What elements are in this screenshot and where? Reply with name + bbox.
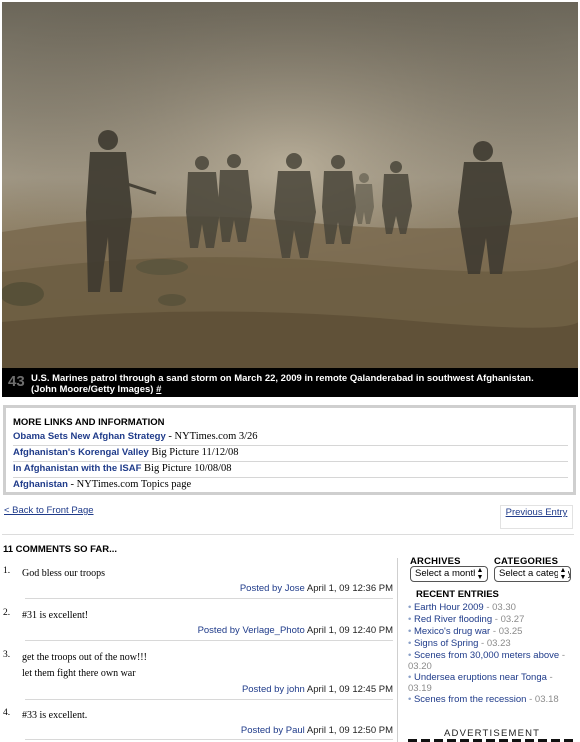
comment-divider xyxy=(25,640,393,641)
more-link-source: - NYTimes.com Topics page xyxy=(67,479,192,490)
photo-permalink[interactable]: # xyxy=(156,384,161,395)
recent-entry-link[interactable]: Signs of Spring xyxy=(414,638,478,649)
more-link-row: In Afghanistan with the ISAF Big Picture… xyxy=(13,462,568,478)
comment-text: #31 is excellent! xyxy=(22,610,89,621)
categories-select[interactable]: Select a category ▲ ▼ xyxy=(494,566,571,582)
comment-posted-label: Posted by xyxy=(240,725,284,736)
comment-text: God bless our troops xyxy=(22,568,106,579)
recent-entries-title: RECENT ENTRIES xyxy=(416,589,499,600)
comment-author[interactable]: Jose xyxy=(285,583,305,594)
comment-date: April 1, 09 12:45 PM xyxy=(306,684,393,695)
comment-number: 4. xyxy=(3,708,11,718)
recent-entry-link[interactable]: Red River flooding xyxy=(414,614,492,625)
more-link-source: Big Picture 11/12/08 xyxy=(148,447,239,458)
more-link-source: - NYTimes.com 3/26 xyxy=(165,431,258,442)
divider xyxy=(2,534,574,535)
comment-divider xyxy=(25,598,393,599)
comment-author[interactable]: john xyxy=(287,684,305,695)
comment-date: April 1, 09 12:40 PM xyxy=(306,625,393,636)
recent-entry-date: 03.19 xyxy=(408,683,432,694)
recent-entry: • Mexico's drug war - 03.25 xyxy=(408,626,523,637)
comment-divider xyxy=(25,739,393,740)
comment-text: #33 is excellent. xyxy=(22,710,88,721)
more-link-source: Big Picture 10/08/08 xyxy=(141,463,232,474)
comments-title: 11 COMMENTS SO FAR... xyxy=(3,544,118,555)
comment: 4. #33 is excellent. Posted by Paul Apri… xyxy=(3,708,395,742)
more-link[interactable]: In Afghanistan with the ISAF xyxy=(13,463,141,474)
recent-entry: • Red River flooding - 03.27 xyxy=(408,614,525,625)
recent-entry-date: 03.25 xyxy=(498,626,523,637)
archives-select-value: Select a month xyxy=(415,568,479,579)
comment-author[interactable]: Paul xyxy=(286,725,305,736)
recent-entry-date: 03.30 xyxy=(492,602,516,613)
comment-meta: Posted by Paul April 1, 09 12:50 PM xyxy=(241,725,393,736)
comment-date: April 1, 09 12:50 PM xyxy=(306,725,393,736)
photo-caption: U.S. Marines patrol through a sand storm… xyxy=(31,373,561,395)
comment-posted-label: Posted by xyxy=(197,625,240,636)
recent-entry: • Scenes from 30,000 meters above - 03.2… xyxy=(408,650,565,672)
more-link-row: Afghanistan's Korengal Valley Big Pictur… xyxy=(13,446,568,462)
photo-block: 43 U.S. Marines patrol through a sand st… xyxy=(2,2,578,397)
more-link[interactable]: Afghanistan's Korengal Valley xyxy=(13,447,149,458)
comment: 2. #31 is excellent! Posted by Verlage_P… xyxy=(3,608,395,644)
comment-date: April 1, 09 12:36 PM xyxy=(306,583,393,594)
comment-number: 2. xyxy=(3,608,11,618)
comment-posted-label: Posted by xyxy=(239,583,283,594)
recent-entry-link[interactable]: Scenes from 30,000 meters above xyxy=(414,650,559,661)
comment: 1. God bless our troops Posted by Jose A… xyxy=(3,566,395,602)
more-links-box: MORE LINKS AND INFORMATION Obama Sets Ne… xyxy=(3,405,576,495)
photo-illustration xyxy=(2,2,578,368)
more-link[interactable]: Obama Sets New Afghan Strategy xyxy=(13,431,166,442)
recent-entry-link[interactable]: Mexico's drug war xyxy=(414,626,490,637)
comment-text: let them fight there own war xyxy=(22,668,136,679)
recent-entry: • Undersea eruptions near Tonga - 03.19 xyxy=(408,672,553,694)
previous-entry-link[interactable]: Previous Entry xyxy=(500,505,573,529)
caption-bar: 43 U.S. Marines patrol through a sand st… xyxy=(2,368,578,397)
marines-sandstorm-photo[interactable] xyxy=(2,2,578,368)
comment-divider xyxy=(25,699,393,700)
comment-meta: Posted by Jose April 1, 09 12:36 PM xyxy=(240,583,393,594)
recent-entry: • Scenes from the recession - 03.18 xyxy=(408,694,559,705)
photo-caption-text: U.S. Marines patrol through a sand storm… xyxy=(31,373,534,395)
advertisement-label: ADVERTISEMENT xyxy=(444,728,541,739)
select-arrow-icon: ▲ ▼ xyxy=(558,567,568,581)
comment-author[interactable]: Verlage_Photo xyxy=(242,625,304,636)
recent-entry-date: 03.27 xyxy=(500,614,525,625)
recent-entry-date: 03.20 xyxy=(408,661,432,672)
comment: 3. get the troops out of the now!!! let … xyxy=(3,650,395,702)
more-link[interactable]: Afghanistan xyxy=(13,479,68,490)
more-link-row: Obama Sets New Afghan Strategy - NYTimes… xyxy=(13,430,568,446)
recent-entry-date: 03.18 xyxy=(534,694,559,705)
more-link-row: Afghanistan - NYTimes.com Topics page xyxy=(13,478,568,494)
comment-meta: Posted by Verlage_Photo April 1, 09 12:4… xyxy=(198,625,393,636)
archives-select[interactable]: Select a month ▲ ▼ xyxy=(410,566,488,582)
select-arrow-icon: ▲ ▼ xyxy=(475,567,485,581)
comment-text: get the troops out of the now!!! xyxy=(22,652,147,663)
column-divider xyxy=(397,558,398,742)
recent-entry-link[interactable]: Scenes from the recession xyxy=(414,694,526,705)
recent-entry-link[interactable]: Earth Hour 2009 xyxy=(414,602,484,613)
comment-meta: Posted by john April 1, 09 12:45 PM xyxy=(242,684,393,695)
recent-entry-date: 03.23 xyxy=(486,638,511,649)
more-links-title: MORE LINKS AND INFORMATION xyxy=(13,417,165,428)
photo-number: 43 xyxy=(8,373,25,390)
comment-posted-label: Posted by xyxy=(241,684,285,695)
back-to-front-page-link[interactable]: < Back to Front Page xyxy=(4,505,94,516)
comment-number: 3. xyxy=(3,650,11,660)
recent-entry: • Signs of Spring - 03.23 xyxy=(408,638,511,649)
recent-entry: • Earth Hour 2009 - 03.30 xyxy=(408,602,516,613)
recent-entry-link[interactable]: Undersea eruptions near Tonga xyxy=(414,672,547,683)
comment-number: 1. xyxy=(3,566,11,576)
